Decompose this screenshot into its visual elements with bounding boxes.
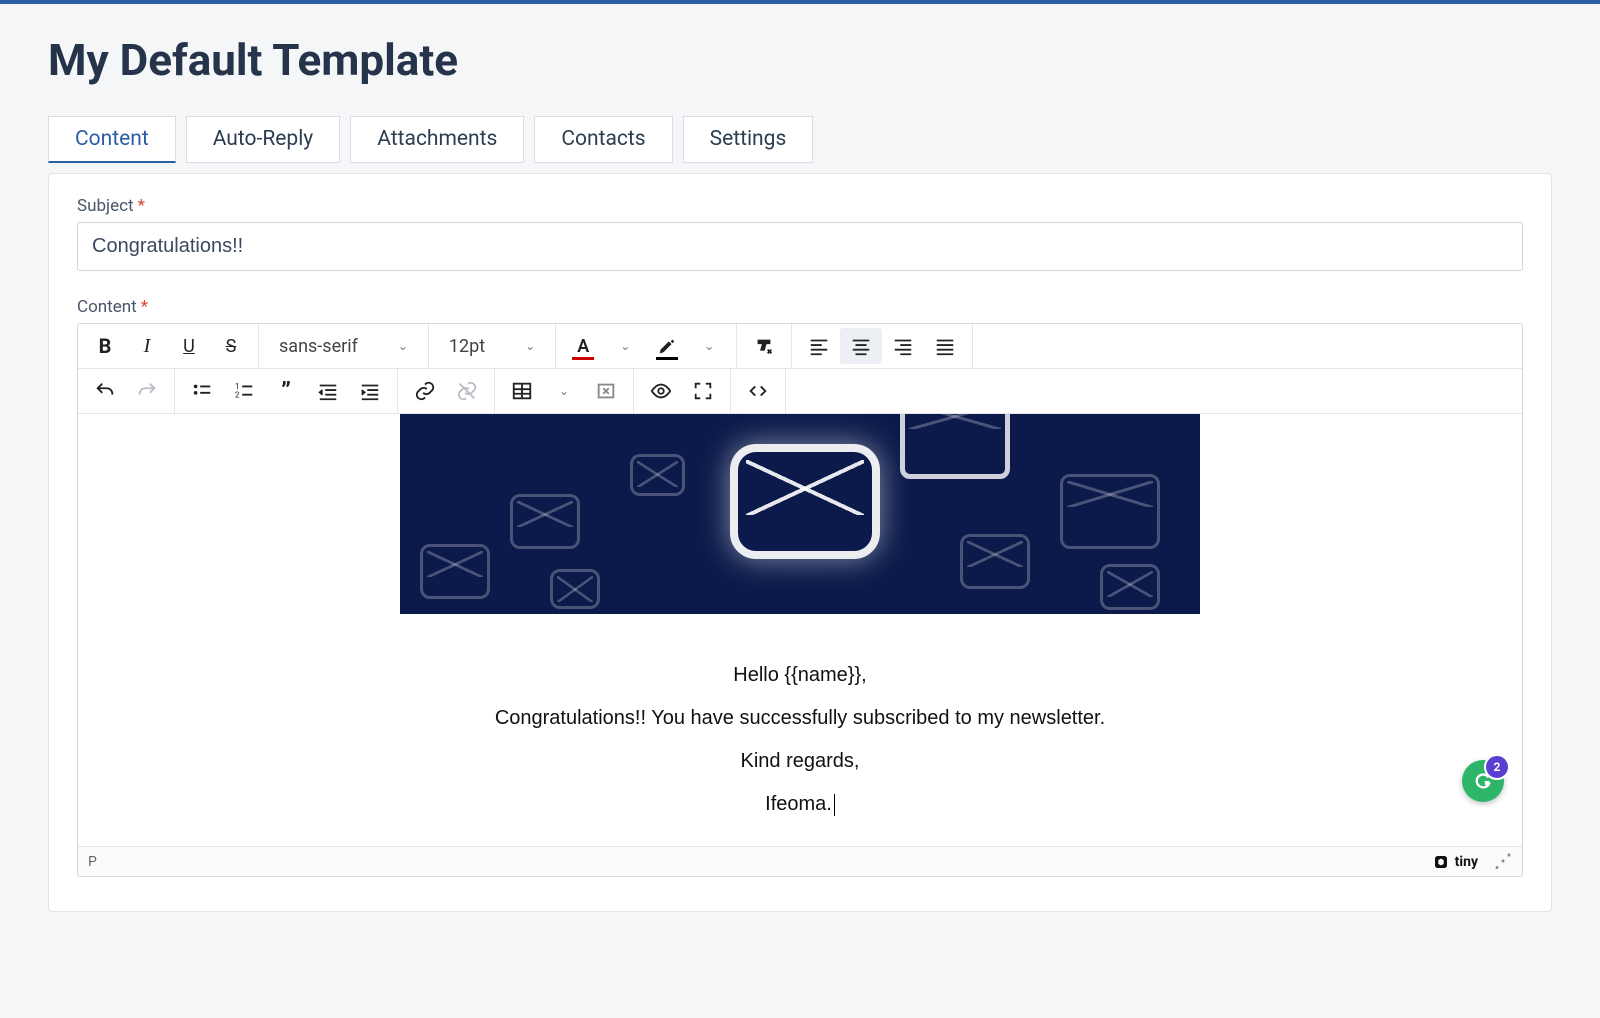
eye-icon [650, 380, 672, 402]
remove-link-button[interactable] [446, 373, 488, 409]
align-left-button[interactable] [798, 328, 840, 364]
fullscreen-icon [692, 380, 714, 402]
bold-button[interactable]: B [84, 328, 126, 364]
text-cursor [834, 794, 835, 816]
tiny-brand[interactable]: tiny ⋰ [1433, 851, 1512, 872]
align-center-button[interactable] [840, 328, 882, 364]
strikethrough-button[interactable]: S [210, 328, 252, 364]
text-color-dropdown[interactable]: ⌄ [604, 328, 646, 364]
highlighter-icon [656, 335, 678, 357]
unlink-icon [456, 380, 478, 402]
outdent-button[interactable] [307, 373, 349, 409]
email-body[interactable]: Hello {{name}}, Congratulations!! You ha… [78, 614, 1522, 846]
align-right-icon [892, 335, 914, 357]
indent-button[interactable] [349, 373, 391, 409]
chevron-down-icon: ⌄ [398, 339, 408, 353]
tab-auto-reply[interactable]: Auto-Reply [186, 116, 341, 163]
tiny-logo-icon [1433, 854, 1449, 870]
insert-link-button[interactable] [404, 373, 446, 409]
numbered-list-button[interactable]: 12 [223, 373, 265, 409]
insert-table-button[interactable] [501, 373, 543, 409]
highlight-color-button[interactable] [646, 328, 688, 364]
resize-grip-icon[interactable]: ⋰ [1494, 851, 1512, 872]
body-greeting: Hello {{name}}, [78, 664, 1522, 687]
align-left-icon [808, 335, 830, 357]
editor-content-area[interactable]: Hello {{name}}, Congratulations!! You ha… [78, 414, 1522, 846]
link-icon [414, 380, 436, 402]
numbered-list-icon: 12 [233, 380, 255, 402]
undo-button[interactable] [84, 373, 126, 409]
svg-text:2: 2 [235, 390, 240, 400]
delete-table-icon [595, 380, 617, 402]
bullet-list-button[interactable] [181, 373, 223, 409]
bullet-list-icon [191, 380, 213, 402]
delete-table-button[interactable] [585, 373, 627, 409]
hero-image [400, 414, 1200, 614]
envelope-icon [730, 444, 880, 559]
chevron-down-icon: ⌄ [525, 339, 535, 353]
underline-button[interactable]: U [168, 328, 210, 364]
align-justify-button[interactable] [924, 328, 966, 364]
rich-text-editor: B I U S sans-serif⌄ 12pt⌄ [77, 323, 1523, 877]
tab-attachments[interactable]: Attachments [350, 116, 524, 163]
content-panel: Subject* Content* B I U S sans-serif⌄ [48, 173, 1552, 912]
font-size-select[interactable]: 12pt⌄ [435, 328, 549, 364]
tab-content[interactable]: Content [48, 116, 176, 163]
font-family-select[interactable]: sans-serif⌄ [265, 328, 422, 364]
editor-statusbar: P tiny ⋰ [78, 846, 1522, 876]
fullscreen-button[interactable] [682, 373, 724, 409]
body-line-2: Congratulations!! You have successfully … [78, 707, 1522, 730]
content-label: Content* [77, 297, 1523, 317]
source-code-button[interactable] [737, 373, 779, 409]
highlight-color-dropdown[interactable]: ⌄ [688, 328, 730, 364]
preview-button[interactable] [640, 373, 682, 409]
indent-icon [359, 380, 381, 402]
grammarly-widget[interactable] [1462, 760, 1504, 802]
undo-icon [94, 380, 116, 402]
italic-button[interactable]: I [126, 328, 168, 364]
outdent-icon [317, 380, 339, 402]
table-icon [511, 380, 533, 402]
page-title: My Default Template [48, 34, 1552, 86]
align-center-icon [850, 335, 872, 357]
align-justify-icon [934, 335, 956, 357]
tab-contacts[interactable]: Contacts [534, 116, 672, 163]
body-signoff: Kind regards, [78, 750, 1522, 773]
element-path[interactable]: P [88, 854, 97, 870]
tab-settings[interactable]: Settings [683, 116, 814, 163]
redo-button[interactable] [126, 373, 168, 409]
subject-input[interactable] [77, 222, 1523, 271]
clear-formatting-button[interactable] [743, 328, 785, 364]
redo-icon [136, 380, 158, 402]
blockquote-button[interactable]: ” [265, 373, 307, 409]
subject-label: Subject* [77, 196, 1523, 216]
clear-format-icon [753, 335, 775, 357]
align-right-button[interactable] [882, 328, 924, 364]
code-icon [747, 380, 769, 402]
body-signature: Ifeoma. [78, 793, 1522, 816]
table-dropdown[interactable]: ⌄ [543, 373, 585, 409]
grammarly-icon [1472, 770, 1494, 792]
text-color-button[interactable]: A [562, 328, 604, 364]
tabs: Content Auto-Reply Attachments Contacts … [48, 116, 1552, 163]
